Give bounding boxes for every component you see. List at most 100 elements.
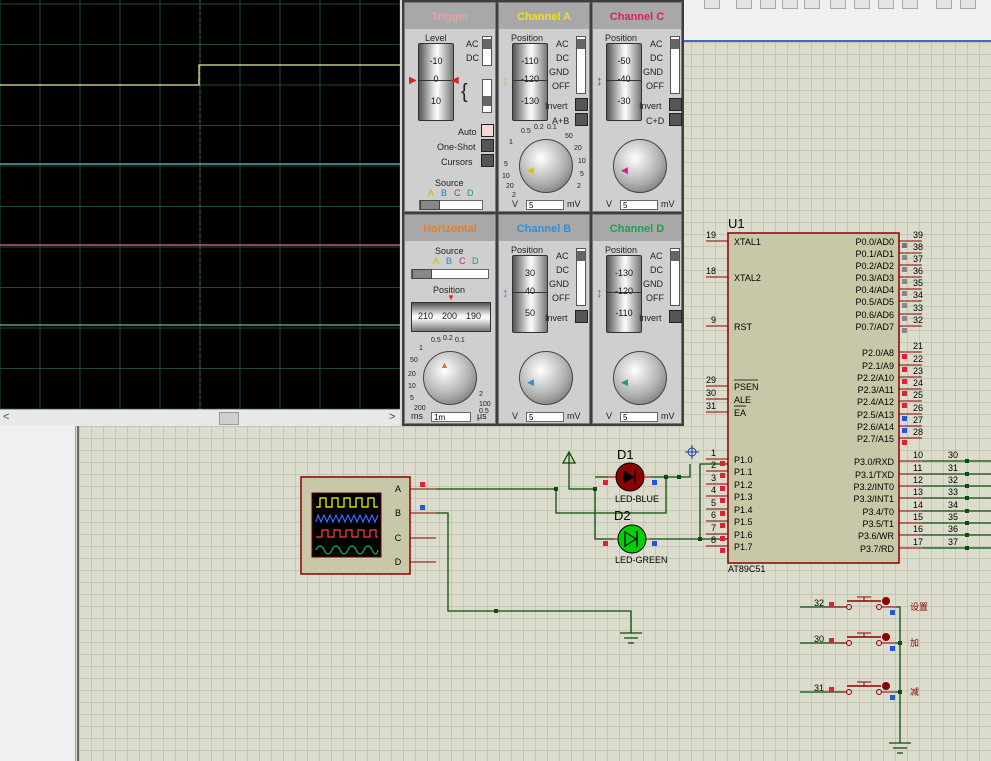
source-a-label: A xyxy=(428,188,435,198)
channel-c-sum-button[interactable] xyxy=(669,113,682,126)
level-spinner[interactable]: -10 0 10 xyxy=(418,43,454,121)
channel-d-invert-button[interactable] xyxy=(669,310,682,323)
auto-button[interactable] xyxy=(481,124,494,137)
button-net-label: 32 xyxy=(814,598,824,608)
channel-c-dc-label: DC xyxy=(650,53,663,63)
mcu-pin-number: 34 xyxy=(913,290,923,300)
horizontal-source-b: B xyxy=(446,256,453,266)
contact xyxy=(846,640,852,646)
channel-a-coupling-switch[interactable] xyxy=(576,36,586,94)
channel-a-position-label: Position xyxy=(511,33,544,43)
channel-d-dc-label: DC xyxy=(650,265,663,275)
channel-c-knob-pointer-icon: ◀ xyxy=(621,165,628,175)
channel-d-position-spinner[interactable]: -130 -120 -110 xyxy=(606,255,642,333)
channel-c-arrow-icon: ↕ xyxy=(596,73,603,88)
mcu-pin-name: P0.7/AD7 xyxy=(855,322,894,332)
contact xyxy=(846,604,852,610)
mcu-pin-name: P2.5/A13 xyxy=(857,410,894,420)
push-button[interactable]: 30 加 xyxy=(814,632,919,651)
channel-b-invert-label: Invert xyxy=(545,313,568,323)
button-indicator xyxy=(882,682,890,690)
channel-b-coupling-switch[interactable] xyxy=(576,248,586,306)
junction-dot xyxy=(965,496,969,500)
channel-a-ac-label: AC xyxy=(556,39,569,49)
horizontal-source-a: A xyxy=(433,256,440,266)
level-label: Level xyxy=(425,33,447,43)
channel-c-position-label: Position xyxy=(605,33,638,43)
pin-marker xyxy=(902,291,907,296)
pin-marker xyxy=(902,391,907,396)
push-button[interactable]: 31 减 xyxy=(814,681,919,700)
scope-control-panel: Trigger Level -10 0 10 ▶ ◀ AC DC { Auto … xyxy=(402,0,684,426)
mcu-pin-name: P3.6/WR xyxy=(858,531,895,541)
trigger-ac-label: AC xyxy=(466,39,479,49)
channel-c-section: Channel C Position -50 -40 -30 ↕ AC DC G… xyxy=(592,2,682,212)
scroll-thumb[interactable] xyxy=(219,412,239,425)
horizontal-position-spinner[interactable]: 210 200 190 xyxy=(411,302,491,332)
mcu-pin-name: XTAL2 xyxy=(734,273,761,283)
pin-marker xyxy=(720,473,725,478)
channel-c-invert-button[interactable] xyxy=(669,98,682,111)
button-indicator xyxy=(882,597,890,605)
channel-d-scale-value: 5 xyxy=(620,412,658,422)
channel-a-invert-button[interactable] xyxy=(575,98,588,111)
mcu-pin-name: EA xyxy=(734,408,746,418)
mcu-pin-name: P1.5 xyxy=(734,517,753,527)
channel-b-off-label: OFF xyxy=(552,293,570,303)
push-button[interactable]: 32 设置 xyxy=(814,596,928,615)
scroll-right-icon[interactable]: > xyxy=(389,411,395,423)
net-label: 34 xyxy=(948,500,958,510)
mcu-pin-name: P1.6 xyxy=(734,530,753,540)
oscilloscope-symbol[interactable]: A B C D xyxy=(300,476,436,575)
one-shot-button[interactable] xyxy=(481,139,494,152)
channel-b-dc-label: DC xyxy=(556,265,569,275)
scope-screen xyxy=(0,0,400,409)
mcu-pin-number: 16 xyxy=(913,524,923,534)
cursors-button[interactable] xyxy=(481,154,494,167)
channel-d-coupling-switch[interactable] xyxy=(670,248,680,306)
mcu-pin-name: P2.6/A14 xyxy=(857,422,894,432)
trigger-section: Trigger Level -10 0 10 ▶ ◀ AC DC { Auto … xyxy=(404,2,496,212)
mcu-pin-name: P3.1/TXD xyxy=(855,470,895,480)
mcu-pin-number: 8 xyxy=(711,535,716,545)
button-indicator xyxy=(882,633,890,641)
channel-a-sum-button[interactable] xyxy=(575,113,588,126)
channel-c-coupling-switch[interactable] xyxy=(670,36,680,94)
pin-marker xyxy=(902,303,907,308)
scroll-left-icon[interactable]: < xyxy=(3,411,9,423)
channel-a-knob-pointer-icon: ◀ xyxy=(527,165,534,175)
channel-c-unit-mv: mV xyxy=(661,199,675,209)
mcu-pin-number: 9 xyxy=(711,315,716,325)
trigger-source-slider[interactable] xyxy=(419,200,483,210)
mcu-pin-name: P3.7/RD xyxy=(860,544,895,554)
channel-a-position-spinner[interactable]: -110 -120 -130 xyxy=(512,43,548,121)
channel-c-position-spinner[interactable]: -50 -40 -30 xyxy=(606,43,642,121)
scope-horizontal-scrollbar[interactable]: < > xyxy=(0,409,400,426)
mcu-pin-name: ALE xyxy=(734,395,751,405)
channel-b-position-spinner[interactable]: 30 40 50 xyxy=(512,255,548,333)
power-terminal[interactable] xyxy=(561,450,577,464)
edge-switch[interactable] xyxy=(482,79,492,113)
mcu-pin-name: P1.3 xyxy=(734,492,753,502)
channel-d-off-label: OFF xyxy=(646,293,664,303)
mcu-at89c51[interactable]: U1 AT89C51 19XTAL118XTAL29RST29PSEN30ALE… xyxy=(706,216,991,574)
ground-symbol[interactable] xyxy=(620,632,642,644)
led-blue[interactable]: D1 LED-BLUE xyxy=(603,447,659,504)
coupling-switch[interactable] xyxy=(482,36,492,66)
junction-dot xyxy=(965,472,969,476)
mcu-pin-number: 31 xyxy=(706,401,716,411)
horizontal-knob-pointer-icon: ▲ xyxy=(440,360,449,370)
horizontal-source-slider[interactable] xyxy=(411,269,489,279)
net-label: 31 xyxy=(948,463,958,473)
net-label: 30 xyxy=(948,450,958,460)
mcu-pin-name: P1.4 xyxy=(734,505,753,515)
horizontal-section: Horizontal Source A B C D Position ▼ 210… xyxy=(404,214,496,424)
horizontal-unit-us: µs xyxy=(477,411,487,421)
horizontal-time-knob[interactable] xyxy=(423,351,477,405)
channel-c-ac-label: AC xyxy=(650,39,663,49)
mcu-pin-name: P3.4/T0 xyxy=(862,507,894,517)
scope-pin-d-label: D xyxy=(395,557,402,567)
channel-b-invert-button[interactable] xyxy=(575,310,588,323)
ground-symbol[interactable] xyxy=(889,742,911,754)
led-green[interactable]: D2 LED-GREEN xyxy=(603,508,668,565)
